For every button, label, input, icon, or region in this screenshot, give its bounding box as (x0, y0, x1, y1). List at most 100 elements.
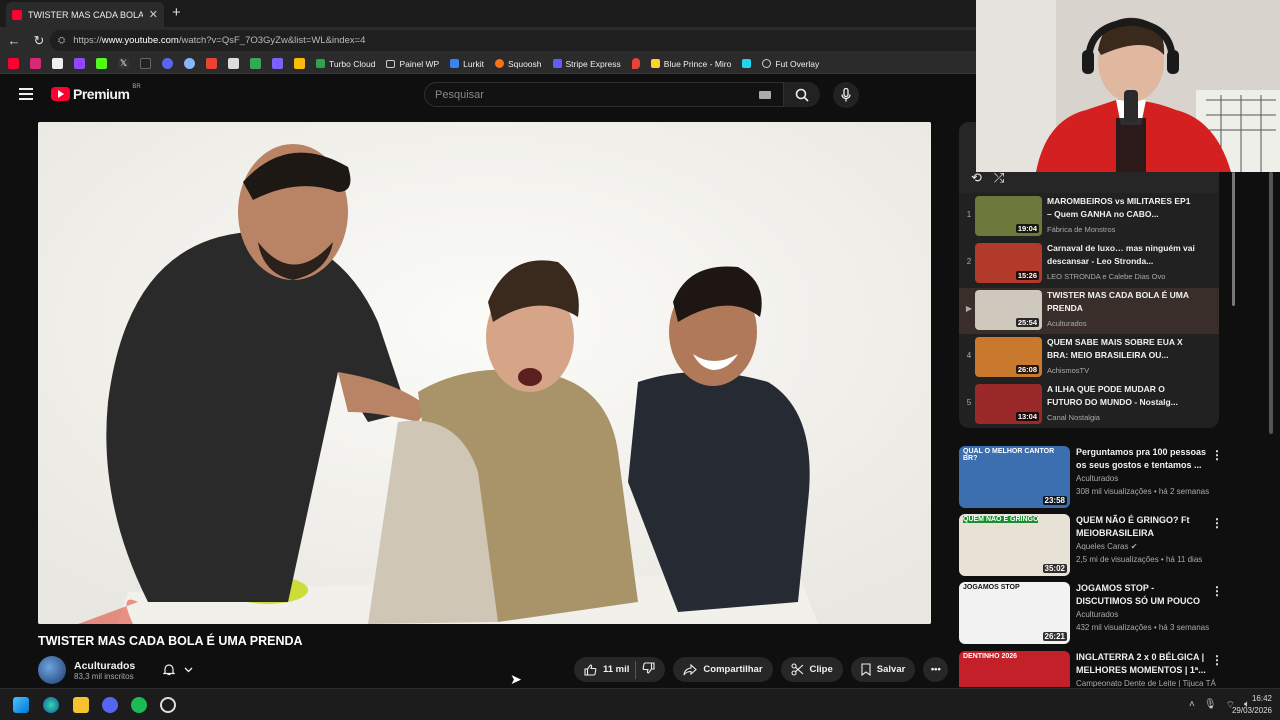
share-button[interactable]: Compartilhar (673, 657, 773, 682)
playlist-item-channel[interactable]: Aculturados (1047, 319, 1087, 328)
channel-name[interactable]: Campeonato Dente de Leite | Tijuca TÁ (1076, 679, 1216, 687)
video-title[interactable]: QUEM NÃO É GRINGO? Ft MEIOBRASILEIRA (1076, 514, 1211, 540)
video-thumbnail[interactable]: QUAL O MELHOR CANTOR BR? 23:58 (959, 446, 1070, 508)
bookmark-stripe-express[interactable]: Stripe Express (552, 59, 621, 69)
video-title[interactable]: JOGAMOS STOP - DISCUTIMOS SÓ UM POUCO (1076, 582, 1211, 608)
video-title[interactable]: INGLATERRA 2 x 0 BÉLGICA | MELHORES MOME… (1076, 651, 1211, 677)
page-scrollbar[interactable] (1269, 172, 1273, 434)
playlist-item[interactable]: 2 15:26 Carnaval de luxo… mas ninguém vai … (959, 241, 1219, 287)
playlist-item-title[interactable]: A ILHA QUE PODE MUDAR O FUTURO DO MUNDO … (1047, 383, 1197, 409)
youtube-premium-logo[interactable]: Premium BR (51, 84, 141, 102)
voice-search-button[interactable] (833, 82, 859, 108)
instagram-bookmark-icon[interactable] (30, 58, 41, 69)
discord-icon[interactable] (102, 697, 118, 713)
video-thumbnail[interactable]: DENTINHO 2026 (959, 651, 1070, 687)
browser-tab[interactable]: TWISTER MAS CADA BOLA É UMA PRENDA ✕ (6, 2, 164, 27)
back-icon[interactable]: ← (3, 33, 25, 48)
spotify-icon[interactable] (131, 697, 147, 713)
channel-avatar[interactable] (38, 656, 66, 684)
search-input[interactable]: Pesquisar (424, 82, 784, 107)
x-bookmark-icon[interactable]: 𝕏 (118, 58, 129, 69)
gmail-bookmark-icon[interactable] (206, 58, 217, 69)
menu-icon[interactable] (19, 88, 33, 103)
playlist-item-channel[interactable]: Fábrica de Monstros (1047, 225, 1115, 234)
file-explorer-icon[interactable] (73, 697, 89, 713)
notion-bookmark-icon[interactable] (228, 58, 239, 69)
bookmark-lurkit[interactable]: Lurkit (450, 59, 484, 69)
playlist-item-thumbnail[interactable]: 19:04 (975, 196, 1042, 236)
clip-button[interactable]: Clipe (780, 657, 843, 682)
reload-icon[interactable]: ↻ (28, 33, 50, 49)
drive-bookmark-icon[interactable] (294, 58, 305, 69)
channel-name[interactable]: Aculturados (74, 660, 135, 672)
playlist-item-title[interactable]: TWISTER MAS CADA BOLA É UMA PRENDA (1047, 289, 1197, 315)
playlist-item[interactable]: ▶ 25:54 TWISTER MAS CADA BOLA É UMA PRENDA… (959, 288, 1219, 334)
app-bookmark-icon[interactable] (272, 58, 283, 69)
bookmark-painel-wp[interactable]: Painel WP (386, 59, 439, 69)
site-info-icon[interactable]: ⛭ (58, 35, 65, 46)
system-clock[interactable]: 16:42 29/03/2026 (1232, 693, 1272, 717)
playlist-item-channel[interactable]: LEO STRONDA e Calebe Dias Ovo (1047, 272, 1165, 281)
more-vertical-icon[interactable]: ⋮ (1211, 653, 1221, 667)
notification-bell-button[interactable] (154, 657, 202, 682)
sheets-bookmark-icon[interactable] (250, 58, 261, 69)
extension-bookmark-icon[interactable] (742, 59, 752, 68)
close-tab-icon[interactable]: ✕ (149, 8, 158, 21)
bookmark-blue-prince-miro[interactable]: Blue Prince - Miro (650, 59, 731, 69)
kick-bookmark-icon[interactable] (96, 58, 107, 69)
like-button[interactable]: 11 mil (584, 663, 629, 676)
youtube-bookmark-icon[interactable] (8, 58, 19, 69)
maps-bookmark-icon[interactable] (631, 58, 640, 69)
recommended-video[interactable]: DENTINHO 2026 INGLATERRA 2 x 0 BÉLGICA | … (959, 651, 1221, 687)
playlist-item[interactable]: 5 13:04 A ILHA QUE PODE MUDAR O FUTURO DO … (959, 382, 1219, 428)
playlist-item-channel[interactable]: Canal Nostalgia (1047, 413, 1100, 422)
more-vertical-icon[interactable]: ⋮ (1211, 584, 1223, 598)
web-bookmark-icon[interactable] (184, 58, 195, 69)
keyboard-icon[interactable] (759, 90, 771, 99)
twitch-bookmark-icon[interactable] (74, 58, 85, 69)
playlist-item-thumbnail[interactable]: 26:08 (975, 337, 1042, 377)
new-tab-button[interactable]: + (172, 4, 181, 21)
chevron-up-icon[interactable]: ˄ (1189, 699, 1195, 712)
edge-browser-icon[interactable] (43, 697, 59, 713)
channel-name[interactable]: Aqueles Caras ✔ (1076, 542, 1137, 551)
bookmark-turbo-cloud[interactable]: Turbo Cloud (316, 59, 375, 69)
channel-info[interactable]: Aculturados 83,3 mil inscritos (38, 656, 135, 684)
search-button[interactable] (784, 82, 820, 107)
more-vertical-icon[interactable]: ⋮ (1211, 516, 1223, 530)
amazon-bookmark-icon[interactable] (52, 58, 63, 69)
video-title[interactable]: Perguntamos pra 100 pessoas os seus gost… (1076, 446, 1211, 472)
app-icon[interactable] (160, 697, 176, 713)
playlist-item-thumbnail[interactable]: 15:26 (975, 243, 1042, 283)
playlist-item-title[interactable]: Carnaval de luxo… mas ninguém vai descan… (1047, 242, 1197, 268)
playlist-item-thumbnail[interactable]: 25:54 (975, 290, 1042, 330)
bookmark-fut-overlay[interactable]: Fut Overlay (762, 59, 819, 69)
address-bar[interactable]: ⛭ https://www.youtube.com/watch?v=QsF_7O… (50, 30, 976, 51)
discord-bookmark-icon[interactable] (162, 58, 173, 69)
windows-start-icon[interactable] (13, 697, 29, 713)
loop-icon[interactable]: ⟲ (971, 170, 982, 186)
recommended-video[interactable]: JOGAMOS STOP 26:21 JOGAMOS STOP - DISCUTIM… (959, 582, 1223, 646)
video-player[interactable] (38, 122, 931, 624)
playlist-item-title[interactable]: MAROMBEIROS vs MILITARES EP1 – Quem GANH… (1047, 195, 1197, 221)
playlist-scrollbar[interactable] (1232, 172, 1235, 306)
more-vertical-icon[interactable]: ⋮ (1211, 448, 1223, 462)
recommended-video[interactable]: QUAL O MELHOR CANTOR BR? 23:58 Perguntamos… (959, 446, 1223, 510)
channel-name[interactable]: Aculturados (1076, 474, 1118, 483)
tiktok-bookmark-icon[interactable] (140, 58, 151, 69)
microphone-tray-icon[interactable]: 🎙︎ (1204, 699, 1217, 712)
video-thumbnail[interactable]: QUEM NÃO É GRINGO 35:02 (959, 514, 1070, 576)
recommended-video[interactable]: QUEM NÃO É GRINGO 35:02 QUEM NÃO É GRINGO?… (959, 514, 1223, 578)
dislike-button[interactable] (642, 662, 655, 677)
bookmark-squoosh[interactable]: Squoosh (494, 59, 542, 69)
playlist-item-title[interactable]: QUEM SABE MAIS SOBRE EUA X BRA: MEIO BRA… (1047, 336, 1197, 362)
shuffle-icon[interactable]: ⤮ (994, 170, 1004, 186)
save-button[interactable]: Salvar (850, 657, 916, 682)
channel-name[interactable]: Aculturados (1076, 610, 1118, 619)
playlist-item[interactable]: 4 26:08 QUEM SABE MAIS SOBRE EUA X BRA: ME… (959, 335, 1219, 381)
playlist-item[interactable]: 1 19:04 MAROMBEIROS vs MILITARES EP1 – Que… (959, 194, 1219, 240)
video-thumbnail[interactable]: JOGAMOS STOP 26:21 (959, 582, 1070, 644)
playlist-item-channel[interactable]: AchismosTV (1047, 366, 1089, 375)
playlist-item-thumbnail[interactable]: 13:04 (975, 384, 1042, 424)
more-actions-button[interactable]: ••• (923, 657, 949, 682)
